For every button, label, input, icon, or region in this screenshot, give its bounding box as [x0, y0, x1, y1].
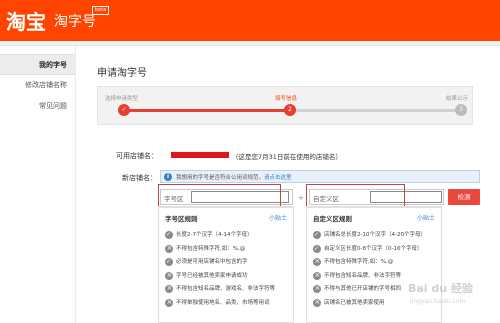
rule-text: 不得包含知名品牌、游戏名、非法字符等 — [176, 286, 276, 292]
step-3-dot: 3 — [455, 104, 467, 116]
sidebar-divider — [75, 46, 76, 323]
check-icon — [165, 230, 173, 240]
available-shop-label: 可用店铺名： — [116, 152, 158, 160]
rule-text: 不得包含特殊字符,如：%,@ — [324, 259, 394, 265]
check-icon — [165, 257, 173, 267]
cross-icon — [165, 244, 173, 253]
redacted-shop-name — [171, 152, 229, 158]
cross-icon — [313, 271, 321, 280]
rule-text: 店铺名总长度2-10个汉字（4-20个字母） — [324, 232, 426, 238]
plus-sign: + — [298, 194, 304, 202]
beta-badge: beta — [92, 6, 110, 15]
tip-link[interactable]: 请点击这里 — [264, 175, 292, 181]
naming-tip-banner: i 我想用的字号是否符合公用词规范，请点击这里 — [160, 170, 480, 183]
sidebar-item-my-brand[interactable]: 我的字号 — [0, 54, 75, 75]
step-1-done-icon: ✓ — [118, 104, 130, 116]
rule-item: 不得包含知名品牌、游戏名、非法字符等 — [165, 284, 293, 298]
cross-icon — [165, 284, 173, 293]
step-label-result: 结果公示 — [446, 96, 469, 102]
rule-text: 必须是可用店铺名中包含的字 — [176, 259, 248, 265]
cross-icon — [313, 257, 321, 266]
brand-tips-link[interactable]: 小贴士 — [269, 213, 287, 222]
progress-line-done — [124, 109, 286, 112]
rule-item: 自定义区长度0-8个汉字（0-16个字母） — [313, 244, 441, 258]
rule-text: 长度2-7个汉字（4-14个字母） — [176, 232, 253, 238]
tip-message: 我想用的字号是否符合公用词规范， — [176, 175, 265, 181]
info-icon: i — [164, 173, 172, 181]
cross-icon — [165, 271, 173, 280]
cross-icon — [313, 298, 321, 307]
brand-rules-panel: 字号区规则 小贴士 长度2-7个汉字（4-14个字母） 不得包含特殊字符,如：%… — [158, 206, 294, 323]
rule-item: 字号已经被其他卖家申请成功 — [165, 271, 293, 285]
step-progress: 选择申请类型 填写信息 结果公示 ✓ 2 3 — [97, 86, 473, 125]
rule-item: 不得包含特殊字符,如：%,@ — [165, 244, 293, 258]
top-header-bar: 淘宝 淘字号 beta — [0, 0, 500, 41]
rule-item: 店铺名总长度2-10个汉字（4-20个字母） — [313, 230, 441, 244]
sidebar-item-faq[interactable]: 常见问题 — [0, 96, 75, 117]
page-title: 申请淘字号 — [97, 68, 147, 79]
custom-rules-title: 自定义区规则 — [313, 215, 352, 223]
sidebar: 我的字号 修改店铺名称 常见问题 — [0, 54, 75, 117]
watermark-url: jingyan.baidu.com — [410, 298, 466, 305]
cross-icon — [165, 298, 173, 307]
watermark-text: Bai du 经验 — [408, 282, 473, 295]
rule-item: 必须是可用店铺名中包含的字 — [165, 257, 293, 271]
brand-rules-title: 字号区规则 — [165, 215, 198, 223]
rule-text: 不得单独使用地名、品类、市场等用词 — [176, 299, 270, 306]
custom-tips-link[interactable]: 小贴士 — [417, 213, 435, 222]
rule-text: 店铺名已被其他卖家使用 — [324, 299, 385, 306]
baidu-watermark: Bai du 经验 jingyan.baidu.com — [378, 268, 496, 314]
rule-item: 长度2-7个汉字（4-14个字母） — [165, 230, 293, 244]
cross-icon — [313, 284, 321, 293]
check-icon — [313, 230, 321, 240]
brand-rules-list: 长度2-7个汉字（4-14个字母） 不得包含特殊字符,如：%,@ 必须是可用店铺… — [165, 230, 293, 311]
progress-line-pending — [292, 109, 456, 112]
new-shop-label: 新店铺名： — [122, 174, 157, 182]
rule-item: 不得单独使用地名、品类、市场等用词 — [165, 298, 293, 312]
rule-text: 不得包含特殊字符,如：%,@ — [176, 245, 246, 252]
rule-text: 自定义区长度0-8个汉字（0-16个字母） — [324, 245, 423, 252]
sidebar-item-rename-shop[interactable]: 修改店铺名称 — [0, 75, 75, 96]
available-shop-note: （这是您7月31日前在使用的店铺名） — [232, 153, 342, 161]
tip-text: 我想用的字号是否符合公用词规范，请点击这里 — [176, 173, 292, 181]
taobao-logo[interactable]: 淘宝 — [6, 6, 46, 35]
rule-text: 字号已经被其他卖家申请成功 — [176, 272, 248, 279]
step-label-select-type: 选择申请类型 — [105, 96, 139, 102]
step-2-dot: 2 — [284, 104, 296, 116]
step-label-fill-info: 填写信息 — [275, 96, 298, 102]
check-icon — [313, 244, 321, 254]
check-button[interactable]: 检测 — [448, 189, 480, 205]
product-name: 淘字号 — [54, 14, 96, 30]
